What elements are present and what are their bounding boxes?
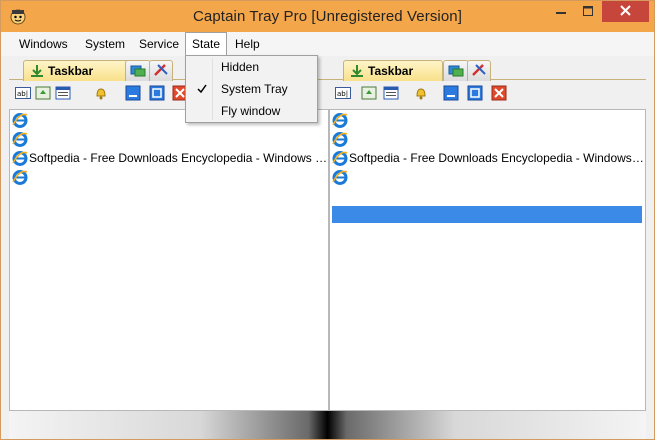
internet-explorer-icon — [12, 112, 28, 128]
rename-button[interactable]: ab| — [335, 86, 351, 102]
internet-explorer-icon — [12, 150, 28, 166]
menu-item-system-tray[interactable]: System Tray — [187, 78, 316, 100]
list-window-icon — [55, 85, 71, 104]
properties-button[interactable] — [55, 86, 71, 102]
tab-taskbar-right[interactable]: Taskbar — [343, 60, 443, 81]
menu-item-hidden[interactable]: Hidden — [187, 56, 316, 78]
svg-text:ab|: ab| — [337, 90, 348, 98]
close-window-icon — [491, 85, 507, 104]
right-toolbar: ab| — [329, 83, 646, 107]
menu-windows[interactable]: Windows — [13, 32, 74, 56]
right-pane: Taskbar ab| Softpedia - Free Downloads E… — [329, 56, 646, 411]
properties-button[interactable] — [383, 86, 399, 102]
maximize-window-button[interactable] — [149, 85, 165, 104]
list-item[interactable] — [330, 167, 645, 186]
internet-explorer-icon — [12, 169, 28, 185]
tab-taskbar-label: Taskbar — [368, 64, 414, 78]
list-item[interactable] — [10, 167, 328, 186]
list-item[interactable] — [330, 110, 645, 129]
internet-explorer-icon — [332, 112, 348, 128]
bell-icon — [413, 85, 429, 104]
internet-explorer-icon — [332, 169, 348, 185]
close-window-button[interactable] — [491, 85, 507, 104]
tab-windows-left[interactable] — [125, 60, 151, 81]
internet-explorer-icon — [332, 150, 348, 166]
minimize-window-icon — [443, 85, 459, 104]
close-icon — [620, 4, 631, 19]
list-item-text: Softpedia - Free Downloads Encyclopedia … — [349, 150, 645, 165]
internet-explorer-icon — [12, 131, 28, 147]
right-window-list[interactable]: Softpedia - Free Downloads Encyclopedia … — [329, 109, 646, 411]
svg-text:ab|: ab| — [17, 90, 28, 98]
list-item-text: Softpedia - Free Downloads Encyclopedia … — [29, 150, 328, 165]
app-window: Captain Tray Pro [Unregistered Version] … — [0, 0, 655, 440]
minimize-window-icon — [125, 85, 141, 104]
windows-stack-icon — [448, 63, 464, 80]
menu-system[interactable]: System — [79, 32, 131, 56]
download-arrow-icon — [350, 64, 364, 78]
maximize-window-icon — [467, 85, 483, 104]
menu-item-label: Hidden — [221, 60, 260, 74]
list-window-icon — [383, 85, 399, 104]
minimize-window-button[interactable] — [125, 85, 141, 104]
refresh-icon — [35, 85, 51, 104]
tools-icon — [471, 63, 487, 80]
checkmark-icon — [197, 78, 207, 100]
state-dropdown-menu: Hidden System Tray Fly window — [185, 55, 318, 123]
minimize-button[interactable] — [547, 1, 574, 22]
refresh-icon — [361, 85, 377, 104]
list-item[interactable] — [10, 129, 328, 148]
maximize-window-icon — [149, 85, 165, 104]
menu-state[interactable]: State — [185, 32, 228, 56]
windows-stack-icon — [130, 63, 146, 80]
text-field-icon: ab| — [335, 85, 351, 104]
menu-item-label: System Tray — [221, 82, 288, 96]
refresh-button[interactable] — [35, 86, 51, 102]
menu-service[interactable]: Service — [133, 32, 185, 56]
minimize-window-button[interactable] — [443, 85, 459, 104]
menu-help[interactable]: Help — [229, 32, 266, 56]
maximize-button[interactable] — [574, 1, 601, 22]
left-window-list[interactable]: Softpedia - Free Downloads Encyclopedia … — [9, 109, 329, 411]
download-arrow-icon — [30, 64, 44, 78]
close-button[interactable] — [602, 1, 649, 22]
tab-taskbar-label: Taskbar — [48, 64, 94, 78]
notify-button[interactable] — [93, 86, 109, 102]
maximize-window-button[interactable] — [467, 85, 483, 104]
list-item[interactable]: Softpedia - Free Downloads Encyclopedia … — [330, 148, 645, 167]
tab-tools-left[interactable] — [149, 60, 173, 81]
refresh-button[interactable] — [361, 86, 377, 102]
list-item[interactable]: Softpedia - Free Downloads Encyclopedia … — [10, 148, 328, 167]
maximize-icon — [582, 5, 593, 19]
tab-windows-right[interactable] — [443, 60, 469, 81]
minimize-icon — [555, 5, 566, 19]
status-bar — [9, 411, 646, 439]
menu-item-label: Fly window — [221, 104, 281, 118]
bell-icon — [93, 85, 109, 104]
rename-button[interactable]: ab| — [15, 86, 31, 102]
menu-item-fly-window[interactable]: Fly window — [187, 100, 316, 122]
tab-tools-right[interactable] — [467, 60, 491, 81]
tools-icon — [153, 63, 169, 80]
notify-button[interactable] — [413, 86, 429, 102]
right-tabstrip: Taskbar — [329, 58, 646, 81]
internet-explorer-icon — [332, 131, 348, 147]
menu-bar: Windows System Service State Help — [1, 32, 654, 56]
selected-row-highlight[interactable] — [332, 206, 642, 223]
text-field-icon: ab| — [15, 85, 31, 104]
list-item[interactable] — [330, 129, 645, 148]
title-bar[interactable]: Captain Tray Pro [Unregistered Version] — [1, 1, 654, 32]
tab-taskbar-left[interactable]: Taskbar — [23, 60, 131, 81]
